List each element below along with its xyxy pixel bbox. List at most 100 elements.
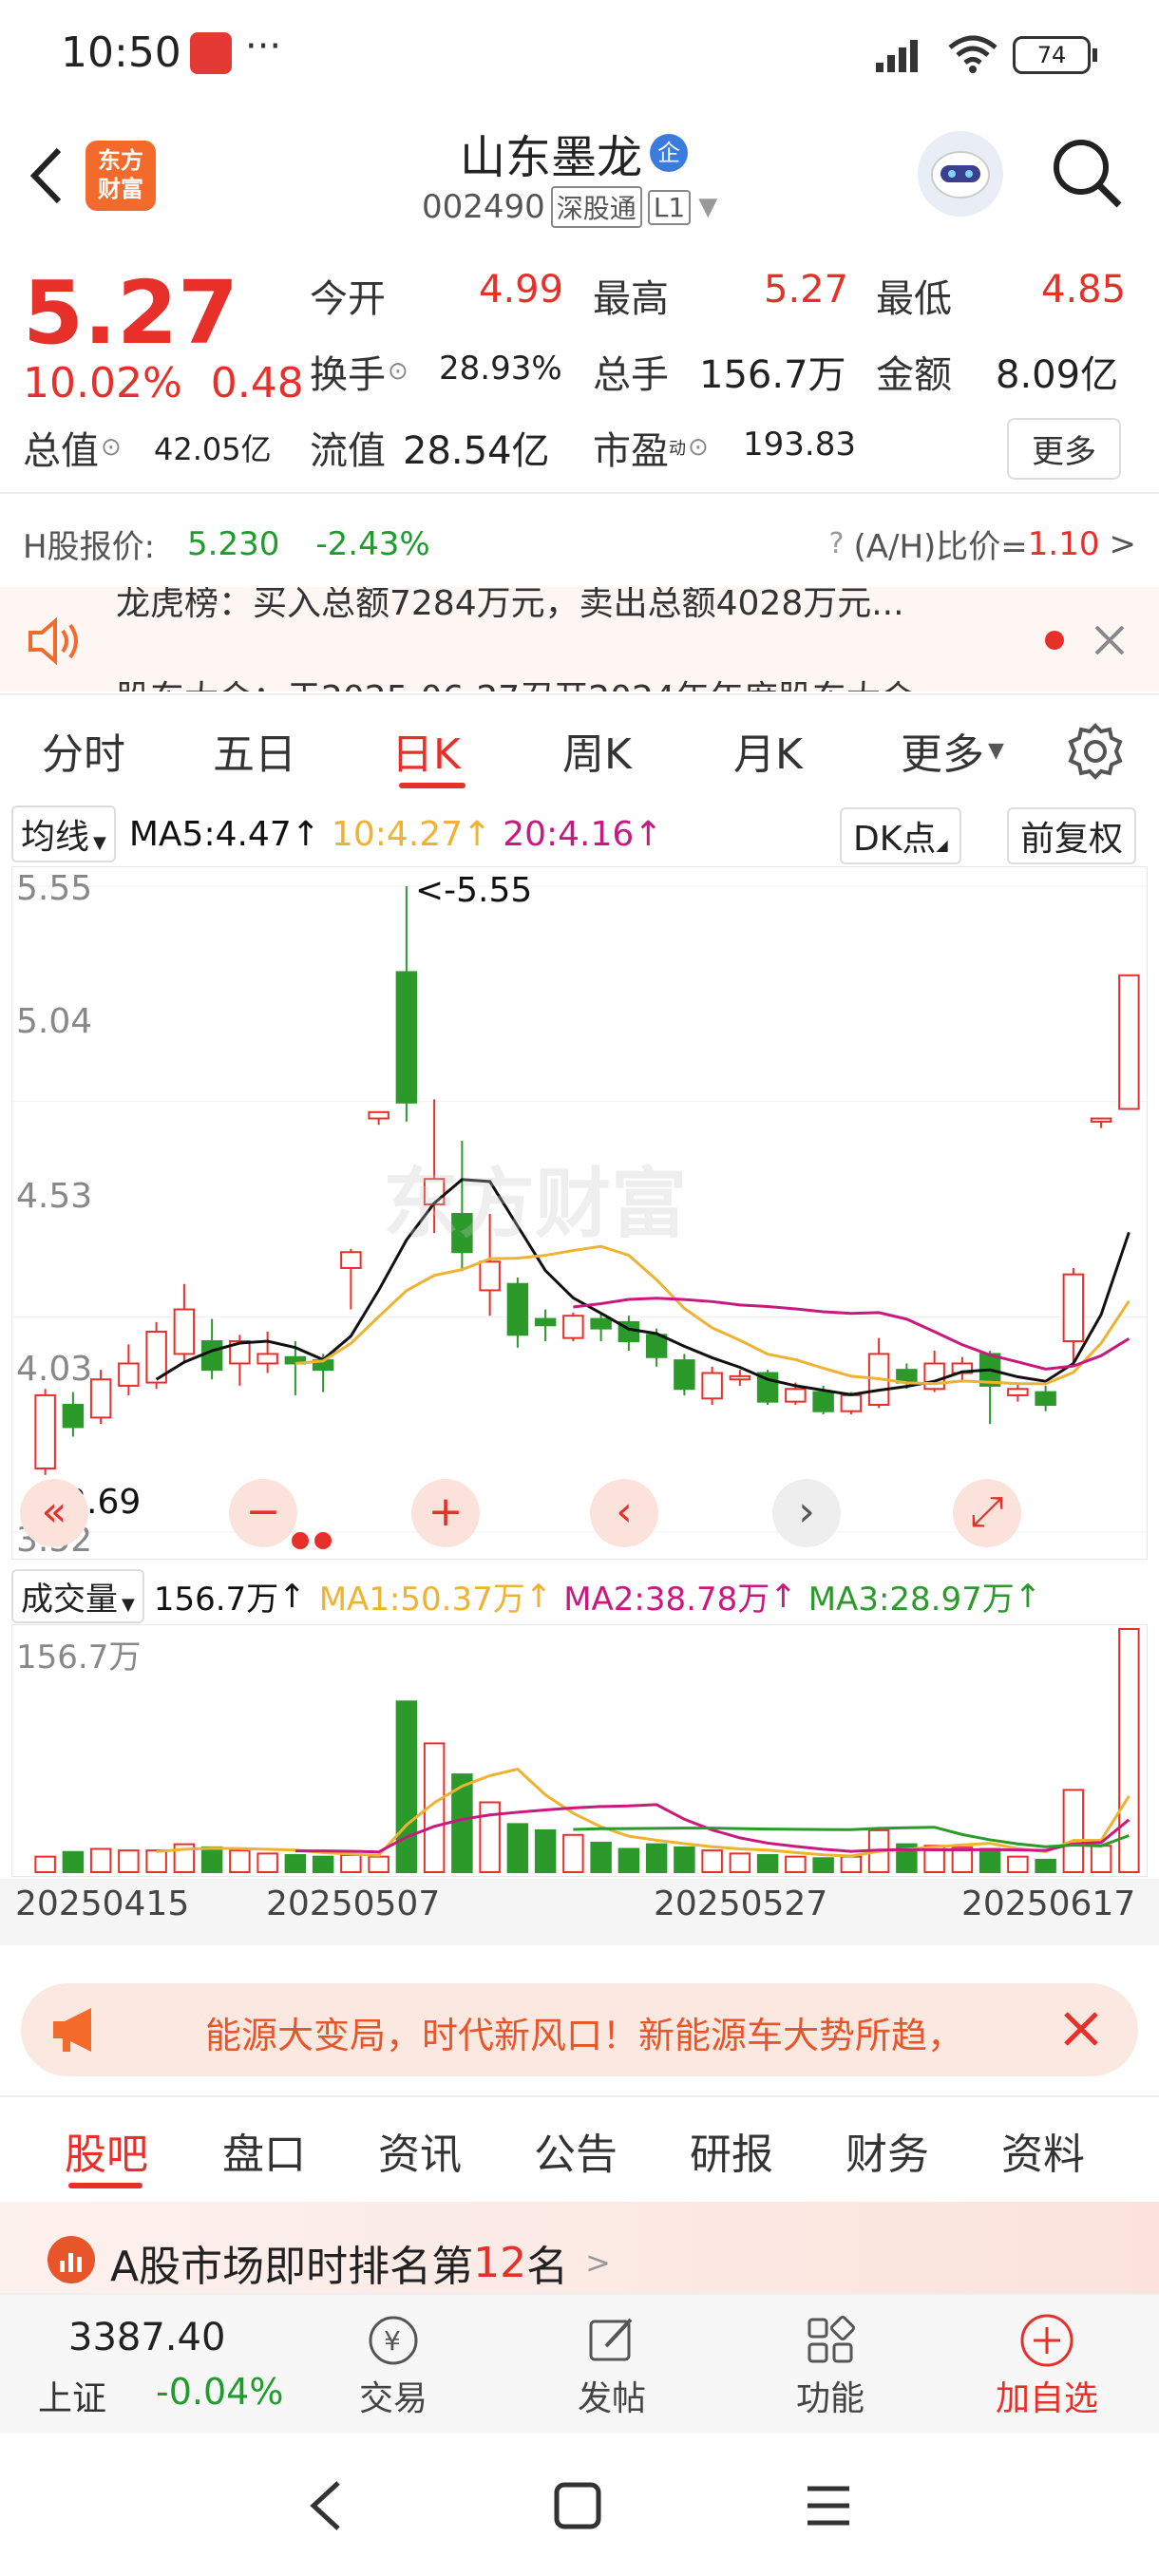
candle-body [340,1251,362,1269]
volume-bar [145,1849,167,1873]
corner-icon: ◢ [936,836,948,854]
tab-profile[interactable]: 资料 [1001,2120,1085,2181]
candle-body [479,1260,501,1292]
system-back-icon[interactable] [302,2477,350,2538]
status-bar: 10:50 ··· 74 [0,0,1159,112]
ah-ratio[interactable]: ? (A/H)比价= 1.10 > [829,521,1136,567]
tab-announcements[interactable]: 公告 [534,2120,618,2181]
pe-label: 市盈 [593,429,669,473]
float-value: 28.54亿 [403,429,550,473]
back-button[interactable] [23,142,70,209]
h-share-line[interactable]: H股报价: 5.230 -2.43% [23,521,430,567]
rewind-button[interactable]: « [20,1479,88,1547]
tab-research[interactable]: 研报 [690,2120,773,2181]
close-icon[interactable] [1092,623,1127,661]
nav-post-label: 发帖 [577,2379,646,2418]
zoom-in-button[interactable]: + [411,1479,480,1547]
nav-functions[interactable]: 功能 [783,2310,878,2420]
nav-trade[interactable]: ¥ 交易 [346,2310,441,2420]
adjust-button[interactable]: 前复权 [1007,807,1137,864]
volume-legend: 成交量 ▼ 156.7万 ↑ MA1:50.37万 ↑ MA2:38.78万 ↑ MA3… [11,1569,1041,1623]
tab-more[interactable]: 更多 ▼ [901,720,1004,781]
active-tab-indicator [399,783,466,788]
index-value[interactable]: 3387.40 [68,2316,225,2359]
tab-daily-k[interactable]: 日K [391,720,461,781]
search-icon[interactable] [1049,135,1125,215]
news-ticker[interactable]: 龙虎榜：买入总额7284万元，卖出总额4028万元... 股东大会：于2025-… [0,587,1159,691]
divider [0,492,1159,494]
info-icon[interactable]: ⊙ [388,357,408,386]
candle-body [1062,1273,1085,1343]
ma10-value: 10:4.27 [331,814,464,854]
tab-financials[interactable]: 财务 [846,2120,929,2181]
info-icon[interactable]: ⊙ [101,433,122,462]
svg-text:¥: ¥ [384,2325,401,2357]
kline-chart[interactable]: 东方财富 5.55 5.04 4.53 4.03 3.52 <-5.55 <-3… [11,866,1148,1560]
system-menu-icon[interactable] [804,2481,853,2534]
dk-point-button[interactable]: DK点◢ [840,807,961,864]
date-3: 20250527 [654,1885,828,1923]
candle-body [368,1110,390,1120]
volume-bar [701,1849,723,1873]
stock-name: 山东墨龙 [460,131,643,184]
promo-banner[interactable]: 能源大变局，时代新风口！新能源车大势所趋， [21,1983,1138,2076]
candle-body [701,1372,723,1400]
chart-badge-icon [48,2236,95,2283]
settings-gear-icon[interactable] [1066,722,1125,785]
turnover-label-wrap: 换手 ⊙ [310,344,408,399]
grid-icon [783,2310,878,2371]
candle-body [62,1404,85,1429]
volume-bar [1090,1845,1112,1874]
scroll-left-button[interactable]: ‹ [590,1479,658,1547]
info-icon[interactable]: ⊙ [688,433,709,462]
last-price: 5.27 [23,262,238,364]
tab-forum[interactable]: 股吧 [65,2120,148,2181]
open-label: 今开 [310,277,386,321]
tab-monthly-k[interactable]: 月K [733,720,803,781]
volume-bar [785,1855,807,1874]
up-arrow-icon: ↑ [770,1577,797,1616]
nav-functions-label: 功能 [795,2379,864,2418]
amount-value: 8.09亿 [996,353,1119,397]
volume-chart[interactable]: 156.7万 [11,1624,1148,1877]
tab-five-day[interactable]: 五日 [213,720,296,781]
volume-bar [562,1833,584,1873]
dropdown-icon[interactable]: ▼ [698,193,717,221]
bottom-nav: 3387.40 上证 -0.04% ¥ 交易 发帖 功能 加自选 [0,2293,1159,2435]
change-line: 10.02% 0.48 [23,359,304,407]
watermark: 东方财富 [383,1160,687,1248]
nav-post[interactable]: 发帖 [564,2310,659,2420]
tab-intraday[interactable]: 分时 [42,720,125,781]
ranking-prefix: A股市场即时排名第 [110,2243,474,2291]
system-home-icon[interactable] [551,2479,604,2536]
ma-legend: 均线 ▼ MA5:4.47 ↑ 10:4.27 ↑ 20:4.16 ↑ [11,805,662,862]
scroll-right-button[interactable]: › [772,1479,841,1547]
app-notification-icon [190,32,232,74]
system-nav-bar [0,2434,1159,2576]
ma-selector[interactable]: 均线 ▼ [11,805,116,862]
more-button[interactable]: 更多 [1007,418,1121,480]
tab-orderbook[interactable]: 盘口 [222,2120,306,2181]
ranking-banner[interactable]: A股市场即时排名第 12 名 > [0,2202,1159,2293]
tab-weekly-k[interactable]: 周K [562,720,632,781]
volume-bar [118,1849,140,1873]
volume-bar [89,1847,112,1874]
zoom-out-button[interactable]: − [229,1479,297,1547]
volume-selector[interactable]: 成交量 ▼ [11,1569,144,1623]
change-amt: 0.48 [210,359,304,407]
nav-add-label: 加自选 [995,2379,1098,2418]
amount-label: 金额 [876,353,952,397]
brand-line1: 东方 [98,147,143,174]
ma-selector-label: 均线 [21,818,90,857]
nav-add-watchlist[interactable]: 加自选 [980,2310,1113,2420]
candle-body [89,1378,112,1419]
volume-bar [200,1846,223,1874]
close-icon[interactable] [1062,2010,1100,2052]
robot-assistant-icon[interactable] [918,131,1003,217]
h-share-label: H股报价: [23,528,156,566]
fullscreen-icon[interactable]: ⤢ [953,1479,1021,1547]
question-icon: ? [828,527,845,560]
y-label-3: 4.53 [16,1177,93,1216]
up-arrow-icon: ↑ [524,1577,553,1616]
tab-news[interactable]: 资讯 [378,2120,462,2181]
